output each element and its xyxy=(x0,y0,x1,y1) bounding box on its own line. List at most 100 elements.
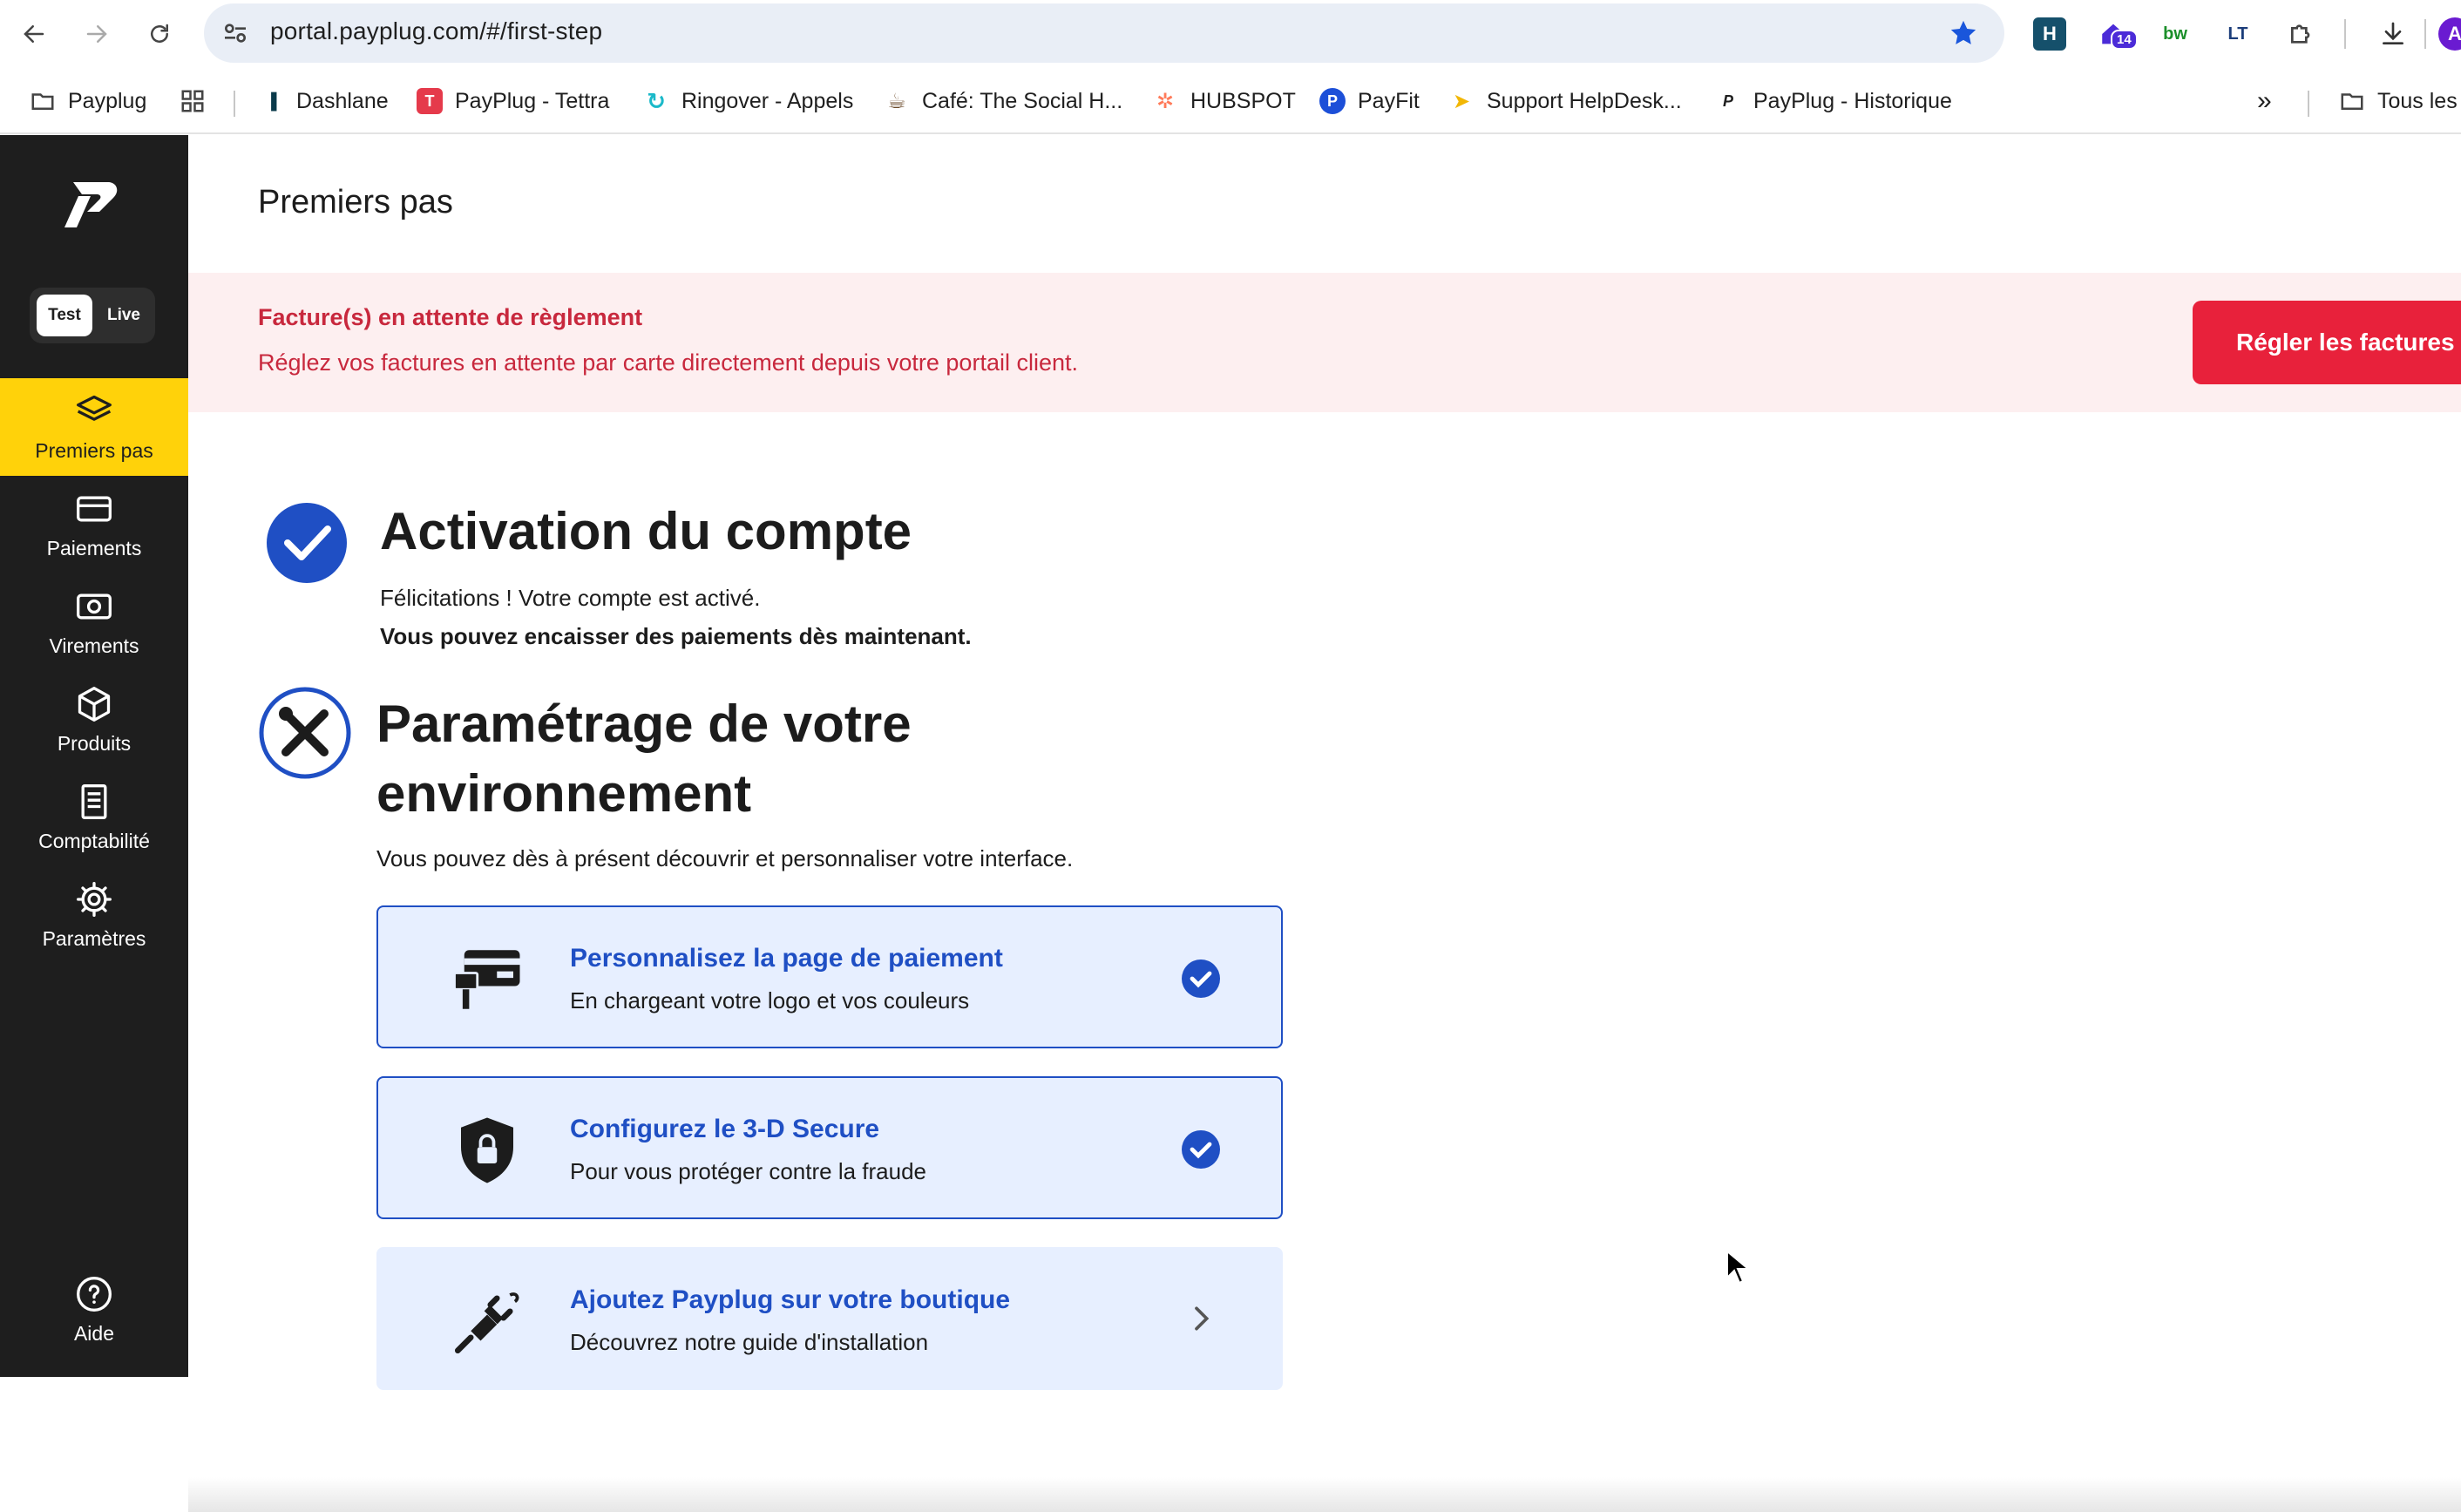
apps-grid-icon xyxy=(181,90,204,112)
check-circle-icon xyxy=(267,503,347,583)
sidebar: Test Live Premiers pas Paiements Viremen… xyxy=(0,135,188,1377)
card-subtitle: En chargeant votre logo et vos couleurs xyxy=(570,987,970,1014)
page-title: Premiers pas xyxy=(258,184,453,220)
bookmark-label: Dashlane xyxy=(296,88,389,113)
plug-icon xyxy=(454,1292,519,1354)
arrow-left-icon xyxy=(24,25,44,43)
sidebar-item-comptabilite[interactable]: Comptabilité xyxy=(0,769,188,866)
downloads-icon[interactable] xyxy=(2376,17,2410,51)
bookmark-label: PayFit xyxy=(1358,88,1420,113)
sidebar-item-produits[interactable]: Produits xyxy=(0,671,188,769)
sidebar-item-label: Produits xyxy=(57,731,132,755)
helpdesk-icon: ➤ xyxy=(1452,89,1471,113)
sidebar-item-label: Virements xyxy=(49,634,139,657)
gear-icon xyxy=(77,881,112,917)
bookmark-tettra[interactable]: T PayPlug - Tettra xyxy=(417,84,609,119)
browser-toolbar: portal.payplug.com/#/first-step H 14 bw … xyxy=(0,0,2461,68)
bookmark-payplug-historique[interactable]: P PayPlug - Historique xyxy=(1715,84,1952,119)
card-title: Configurez le 3-D Secure xyxy=(570,1115,880,1143)
bottom-shadow xyxy=(188,1477,2461,1512)
sidebar-item-premiers-pas[interactable]: Premiers pas xyxy=(0,378,188,476)
sidebar-item-paiements[interactable]: Paiements xyxy=(0,476,188,573)
payment-page-brush-icon xyxy=(453,950,520,1009)
bookmark-label: Tous les xyxy=(2377,88,2458,113)
profile-avatar[interactable]: A xyxy=(2438,17,2461,51)
forward-button[interactable] xyxy=(78,16,115,52)
layers-icon xyxy=(77,395,112,421)
alert-text: Réglez vos factures en attente par carte… xyxy=(258,349,1078,376)
back-button[interactable] xyxy=(16,16,52,52)
tools-icon xyxy=(259,687,351,779)
apps-grid-button[interactable] xyxy=(180,84,218,119)
check-circle-icon xyxy=(1182,959,1220,998)
activation-title: Activation du compte xyxy=(380,502,912,560)
box-icon xyxy=(78,686,111,722)
lt-ext-icon[interactable]: LT xyxy=(2221,17,2254,51)
bookmark-label: PayPlug - Historique xyxy=(1753,88,1952,113)
bookmark-payplug[interactable]: Payplug xyxy=(30,84,146,119)
toolbar-separator xyxy=(2344,19,2346,49)
bookmark-ext-icon[interactable]: 14 xyxy=(2097,17,2138,51)
mode-test-option[interactable]: Test xyxy=(37,295,92,336)
alert-title: Facture(s) en attente de règlement xyxy=(258,304,643,330)
bookmark-helpdesk[interactable]: ➤ Support HelpDesk... xyxy=(1448,84,1682,119)
bookmark-label: PayPlug - Tettra xyxy=(455,88,610,113)
sidebar-item-label: Paiements xyxy=(46,536,142,559)
help-icon xyxy=(77,1276,112,1312)
card-payment-page[interactable]: Personnalisez la page de paiement En cha… xyxy=(376,905,1283,1048)
card-title: Ajoutez Payplug sur votre boutique xyxy=(570,1285,1011,1314)
chevrons-right-icon: » xyxy=(2257,86,2272,115)
ringover-icon: ↻ xyxy=(647,87,666,114)
hubspot-ext-icon[interactable]: H xyxy=(2033,17,2066,51)
invoice-alert-banner: Facture(s) en attente de règlement Régle… xyxy=(188,273,2461,412)
payplug-logo[interactable] xyxy=(61,177,124,233)
bw-ext-icon[interactable]: bw xyxy=(2159,17,2192,51)
bookmark-dashlane[interactable]: ▐ Dashlane xyxy=(258,84,389,119)
site-settings-icon[interactable] xyxy=(221,19,249,47)
bookmark-label: HUBSPOT xyxy=(1190,88,1296,113)
shield-lock-icon xyxy=(461,1117,513,1183)
puzzle-ext-icon[interactable] xyxy=(2285,17,2318,51)
bookmark-separator xyxy=(2308,91,2309,117)
payplug-icon: P xyxy=(1722,92,1733,110)
bookmark-label: Ringover - Appels xyxy=(681,88,854,113)
sidebar-item-label: Premiers pas xyxy=(35,438,153,462)
pay-invoices-button[interactable]: Régler les factures xyxy=(2193,301,2461,384)
reload-button[interactable] xyxy=(141,16,178,52)
bookmark-label: Café: The Social H... xyxy=(922,88,1123,113)
folder-icon xyxy=(31,93,54,110)
bookmarks-overflow-button[interactable]: » xyxy=(2257,84,2272,119)
card-subtitle: Pour vous protéger contre la fraude xyxy=(570,1158,927,1184)
arrow-right-icon xyxy=(86,25,107,43)
sidebar-item-aide[interactable]: Aide xyxy=(0,1261,188,1359)
reload-icon xyxy=(151,24,168,43)
activation-strong-text: Vous pouvez encaisser des paiements dès … xyxy=(380,623,972,649)
bookmark-star-icon[interactable] xyxy=(1949,18,1978,48)
mode-toggle[interactable]: Test Live xyxy=(30,288,155,343)
sidebar-item-label: Aide xyxy=(73,1321,115,1345)
cafe-icon: ☕ xyxy=(887,89,906,113)
setup-title: Paramétrage de votre environnement xyxy=(376,695,912,823)
bookmark-cafe[interactable]: ☕ Café: The Social H... xyxy=(884,84,1122,119)
activation-text: Félicitations ! Votre compte est activé. xyxy=(380,585,761,611)
folder-icon xyxy=(2341,93,2363,110)
main-content: Premiers pas Facture(s) en attente de rè… xyxy=(188,135,2461,1512)
sidebar-item-label: Paramètres xyxy=(42,926,146,950)
bookmarks-bar: Payplug ▐ Dashlane T PayPlug - Tettra ↻ … xyxy=(0,68,2461,134)
tettra-icon: T xyxy=(417,88,443,114)
receipt-icon xyxy=(81,783,107,819)
mode-live-option[interactable]: Live xyxy=(99,295,148,336)
url-text[interactable]: portal.payplug.com/#/first-step xyxy=(270,17,602,45)
all-bookmarks-button[interactable]: Tous les xyxy=(2339,84,2458,119)
card-add-to-shop[interactable]: Ajoutez Payplug sur votre boutique Décou… xyxy=(376,1247,1283,1390)
bookmark-payfit[interactable]: P PayFit xyxy=(1319,84,1420,119)
bookmark-ringover[interactable]: ↻ Ringover - Appels xyxy=(643,84,853,119)
sidebar-item-virements[interactable]: Virements xyxy=(0,573,188,671)
hubspot-icon: ✲ xyxy=(1156,89,1175,113)
card-3d-secure[interactable]: Configurez le 3-D Secure Pour vous proté… xyxy=(376,1076,1283,1219)
bookmark-label: Payplug xyxy=(68,88,147,113)
bookmark-separator xyxy=(234,91,235,117)
bookmark-hubspot[interactable]: ✲ HUBSPOT xyxy=(1152,84,1296,119)
sidebar-item-parametres[interactable]: Paramètres xyxy=(0,866,188,964)
address-bar[interactable]: portal.payplug.com/#/first-step xyxy=(204,3,2004,63)
